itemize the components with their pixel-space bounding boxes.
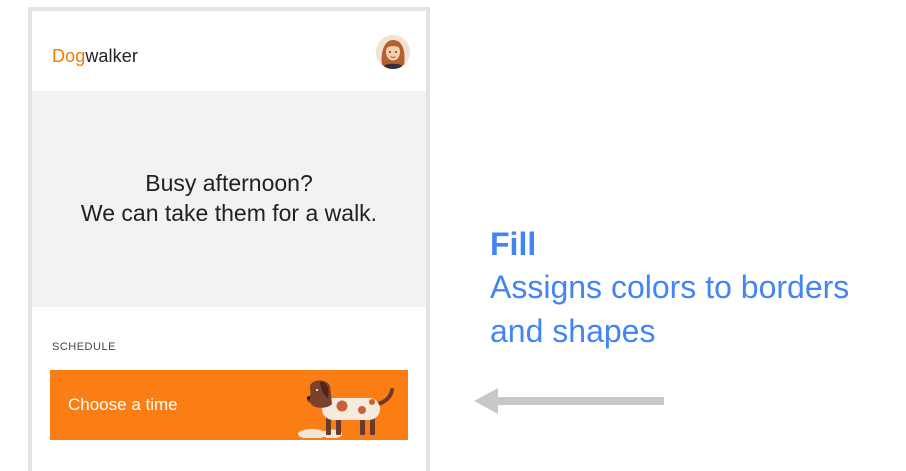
dog-illustration-icon bbox=[298, 380, 394, 438]
logo-rest-text: walker bbox=[85, 46, 138, 66]
logo-accent-text: Dog bbox=[52, 46, 86, 66]
avatar-photo-icon bbox=[376, 35, 410, 69]
annotation-title: Fill bbox=[490, 226, 537, 262]
arrow-left-icon bbox=[474, 388, 664, 414]
choose-time-label: Choose a time bbox=[68, 395, 178, 414]
hero-headline: Busy afternoon? We can take them for a w… bbox=[32, 168, 426, 228]
fill-annotation: Fill Assigns colors to borders and shape… bbox=[490, 223, 890, 353]
hero-banner: Busy afternoon? We can take them for a w… bbox=[32, 91, 426, 307]
app-logo[interactable]: Dogwalker bbox=[52, 46, 138, 67]
schedule-section-label: SCHEDULE bbox=[52, 341, 116, 353]
annotation-description: Assigns colors to borders and shapes bbox=[490, 269, 850, 349]
hero-line-1: Busy afternoon? bbox=[145, 170, 313, 196]
app-header: Dogwalker bbox=[32, 11, 426, 91]
choose-time-button[interactable]: Choose a time bbox=[50, 370, 408, 440]
phone-mockup: Dogwalker Busy afternoon? We can take th… bbox=[28, 7, 430, 471]
slide-canvas: Dogwalker Busy afternoon? We can take th… bbox=[0, 0, 906, 471]
hero-line-2: We can take them for a walk. bbox=[80, 200, 378, 226]
user-avatar[interactable] bbox=[376, 35, 410, 69]
